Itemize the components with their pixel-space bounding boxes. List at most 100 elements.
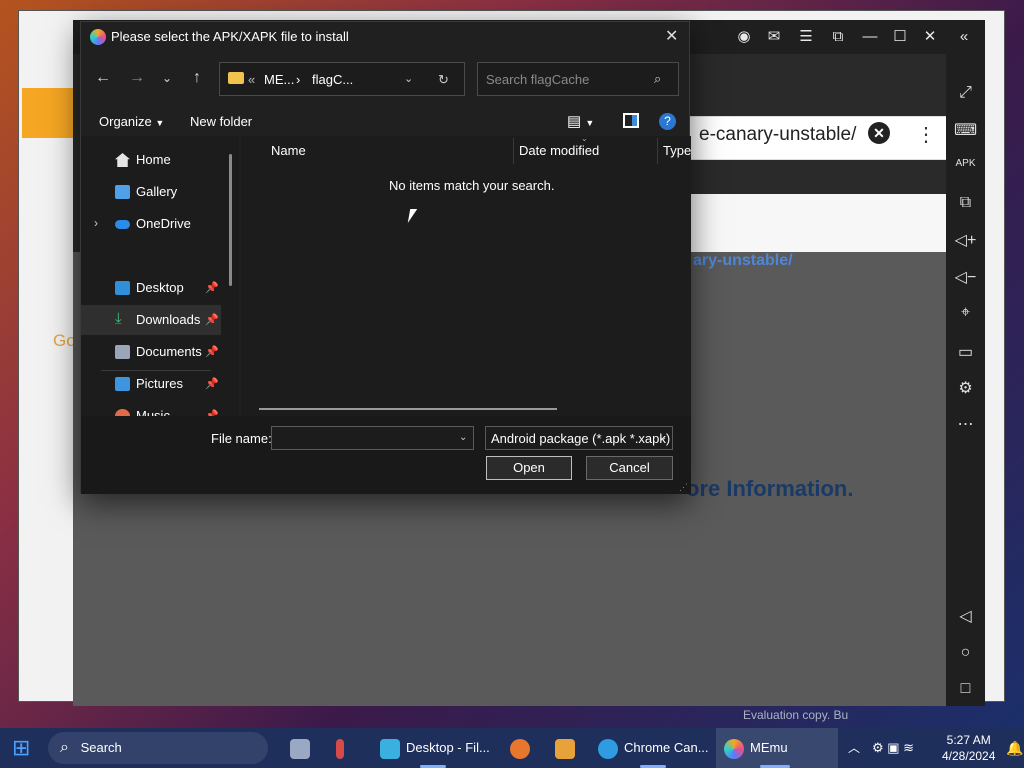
resize-grip-icon[interactable]: ⋰ bbox=[679, 482, 688, 493]
dialog-title: Please select the APK/XAPK file to insta… bbox=[111, 29, 349, 44]
close-icon[interactable]: ✕ bbox=[919, 26, 941, 48]
tray-overflow-icon[interactable]: ︿ bbox=[848, 728, 860, 768]
folder-icon[interactable]: ▭ bbox=[946, 342, 985, 362]
preview-pane-icon[interactable] bbox=[623, 113, 639, 128]
organize-dropdown-icon: ▼ bbox=[155, 118, 165, 128]
fullscreen-icon[interactable]: ⤢ bbox=[946, 84, 985, 102]
maximize-icon[interactable]: ☐ bbox=[889, 26, 911, 48]
firefox-icon[interactable] bbox=[510, 728, 536, 768]
file-name-dropdown-icon[interactable]: ⌄ bbox=[459, 432, 467, 443]
clear-url-icon[interactable]: ✕ bbox=[868, 122, 890, 144]
nav-item-documents[interactable]: Documents 📌 bbox=[81, 337, 221, 367]
nav-scrollbar[interactable] bbox=[229, 154, 232, 286]
taskbar-search-label: Search bbox=[80, 740, 122, 755]
column-date-modified[interactable]: Date modified bbox=[519, 143, 599, 158]
taskbar-memu[interactable]: MEmu bbox=[716, 728, 838, 768]
account-icon[interactable]: ◉ bbox=[733, 26, 755, 48]
up-arrow-icon[interactable]: ↑ bbox=[185, 66, 209, 90]
clock-time: 5:27 AM bbox=[946, 733, 991, 747]
dialog-close-icon[interactable]: ✕ bbox=[665, 26, 678, 46]
pin-icon: 📌 bbox=[205, 314, 219, 326]
taskbar-search[interactable]: ⌕ Search bbox=[48, 732, 268, 764]
dialog-titlebar: Please select the APK/XAPK file to insta… bbox=[81, 22, 691, 52]
home-icon[interactable]: ○ bbox=[946, 644, 985, 662]
media-app-icon[interactable] bbox=[555, 728, 581, 768]
recent-dropdown-icon[interactable]: ⌄ bbox=[157, 66, 177, 90]
collapse-icon[interactable]: « bbox=[953, 26, 975, 48]
search-icon: ⌕ bbox=[654, 71, 662, 86]
location-icon[interactable]: ⌖ bbox=[946, 304, 985, 322]
file-type-dropdown-icon[interactable]: ⌄ bbox=[659, 432, 667, 443]
clock[interactable]: 5:27 AM 4/28/2024 bbox=[942, 732, 995, 764]
breadcrumb-part1[interactable]: ME... bbox=[264, 72, 294, 87]
recents-icon[interactable]: □ bbox=[946, 680, 985, 698]
multi-window-icon[interactable]: ⧉ bbox=[946, 194, 985, 212]
taskbar-file-explorer[interactable]: Desktop - Fil... bbox=[380, 728, 490, 768]
back-arrow-icon[interactable]: ← bbox=[91, 66, 115, 90]
nav-item-desktop[interactable]: Desktop 📌 bbox=[81, 273, 221, 303]
navigation-pane: Home Gallery › OneDrive Desktop 📌 ⤓ Down… bbox=[81, 136, 239, 416]
nav-item-downloads[interactable]: ⤓ Downloads 📌 bbox=[81, 305, 221, 335]
start-button[interactable]: ⊞ bbox=[12, 728, 30, 768]
breadcrumb-part2[interactable]: flagC... bbox=[312, 72, 353, 87]
open-button[interactable]: Open bbox=[486, 456, 572, 480]
taskbar-chrome-canary[interactable]: Chrome Can... bbox=[598, 728, 709, 768]
link-band bbox=[673, 194, 946, 252]
nav-label: Home bbox=[136, 152, 171, 167]
more-options-icon[interactable]: ⋮ bbox=[916, 122, 936, 147]
taskbar: ⊞ ⌕ Search Desktop - Fil... Chrome Can..… bbox=[0, 728, 1024, 768]
mail-icon[interactable]: ✉ bbox=[763, 26, 785, 48]
memu-logo-icon bbox=[90, 29, 106, 45]
nav-item-home[interactable]: Home bbox=[81, 145, 221, 175]
forward-arrow-icon[interactable]: → bbox=[125, 66, 149, 90]
volume-up-icon[interactable]: ◁+ bbox=[946, 230, 985, 250]
nav-item-music[interactable]: Music 📌 bbox=[81, 401, 221, 416]
address-bar[interactable]: « ME... › flagC... ⌄ ↻ bbox=[219, 62, 465, 96]
nav-label: Downloads bbox=[136, 312, 201, 327]
more-icon[interactable]: ⋯ bbox=[946, 414, 985, 434]
minimize-icon[interactable]: — bbox=[859, 26, 881, 48]
apk-icon[interactable]: APK bbox=[946, 158, 985, 169]
column-divider[interactable] bbox=[657, 138, 658, 164]
settings-icon[interactable]: ⚙ bbox=[946, 378, 985, 398]
new-folder-button[interactable]: New folder bbox=[190, 114, 252, 129]
link-text[interactable]: ary-unstable/ bbox=[693, 252, 793, 270]
thermometer-app-icon[interactable] bbox=[336, 728, 350, 768]
column-divider[interactable] bbox=[513, 138, 514, 164]
url-text: e-canary-unstable/ bbox=[699, 124, 857, 145]
notification-bell-icon[interactable]: 🔔 bbox=[1006, 728, 1023, 768]
view-options-icon[interactable]: ▤ ▼ bbox=[567, 112, 594, 130]
address-dropdown-icon[interactable]: ⌄ bbox=[404, 72, 413, 85]
edge-icon bbox=[598, 738, 618, 759]
file-name-input[interactable] bbox=[271, 426, 474, 450]
refresh-icon[interactable]: ↻ bbox=[438, 72, 449, 88]
help-icon[interactable]: ? bbox=[659, 113, 676, 130]
downloads-icon: ⤓ bbox=[115, 310, 122, 327]
horizontal-scrollbar[interactable] bbox=[259, 408, 557, 410]
tray-icons[interactable]: ⚙ ▣ ≋ bbox=[872, 728, 914, 768]
menu-icon[interactable]: ☰ bbox=[795, 26, 817, 48]
column-type[interactable]: Type bbox=[663, 143, 691, 158]
screen-icon[interactable]: ⧉ bbox=[827, 26, 849, 48]
volume-down-icon[interactable]: ◁− bbox=[946, 267, 985, 287]
pictures-icon bbox=[115, 377, 130, 391]
file-type-select[interactable]: Android package (*.apk *.xapk) bbox=[485, 426, 673, 450]
clock-date: 4/28/2024 bbox=[942, 749, 996, 763]
search-box[interactable]: Search flagCache ⌕ bbox=[477, 62, 679, 96]
keyboard-icon[interactable]: ⌨ bbox=[946, 120, 985, 140]
documents-icon bbox=[115, 345, 130, 359]
nav-item-gallery[interactable]: Gallery bbox=[81, 177, 221, 207]
sort-indicator-icon: ⌄ bbox=[581, 134, 588, 143]
organize-button[interactable]: Organize ▼ bbox=[99, 114, 164, 129]
back-icon[interactable]: ◁ bbox=[946, 606, 985, 626]
task-view-icon[interactable] bbox=[290, 728, 316, 768]
column-name[interactable]: Name bbox=[271, 143, 306, 158]
nav-label: OneDrive bbox=[136, 216, 191, 231]
cancel-button[interactable]: Cancel bbox=[586, 456, 673, 480]
breadcrumb-separator-icon: › bbox=[296, 72, 301, 87]
nav-item-pictures[interactable]: Pictures 📌 bbox=[81, 369, 221, 399]
expand-chevron-icon[interactable]: › bbox=[94, 216, 98, 230]
nav-item-onedrive[interactable]: › OneDrive bbox=[81, 209, 221, 239]
gallery-icon bbox=[115, 185, 130, 199]
empty-message: No items match your search. bbox=[389, 178, 555, 193]
